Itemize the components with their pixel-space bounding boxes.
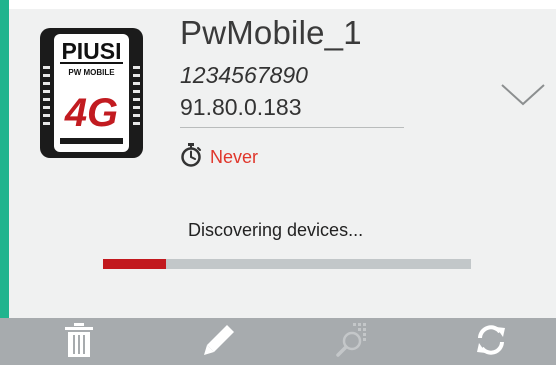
- last-sync-row: Never: [180, 143, 258, 171]
- trash-icon: [65, 322, 93, 361]
- card-top-border: [9, 0, 556, 9]
- stopwatch-icon: [180, 143, 202, 171]
- pencil-icon: [202, 323, 236, 361]
- refresh-icon: [474, 323, 508, 361]
- chevron-down-icon[interactable]: [500, 82, 546, 108]
- device-serial: 1234567890: [180, 62, 308, 88]
- last-sync-value: Never: [210, 146, 259, 167]
- status-accent-bar: [0, 0, 9, 318]
- edit-button[interactable]: [189, 318, 249, 365]
- logo-brand-text: PIUSI: [61, 38, 121, 64]
- logo-model-text: PW MOBILE: [68, 68, 115, 77]
- search-devices-button[interactable]: [323, 318, 383, 365]
- device-card: PIUSI PW MOBILE 4G PwMobile_1 1234567890…: [0, 0, 556, 365]
- discovery-progress-fill: [103, 259, 166, 269]
- search-grid-icon: [335, 322, 371, 362]
- device-logo: PIUSI PW MOBILE 4G: [40, 28, 143, 158]
- device-name: PwMobile_1: [180, 14, 362, 51]
- discovery-progress-bar: [103, 259, 471, 269]
- logo-network-text: 4G: [64, 91, 118, 135]
- device-ip: 91.80.0.183: [180, 94, 302, 120]
- discovery-status-text: Discovering devices...: [188, 220, 364, 240]
- delete-button[interactable]: [49, 318, 109, 365]
- refresh-button[interactable]: [461, 318, 521, 365]
- device-toolbar: [0, 318, 556, 365]
- info-divider: [180, 127, 404, 128]
